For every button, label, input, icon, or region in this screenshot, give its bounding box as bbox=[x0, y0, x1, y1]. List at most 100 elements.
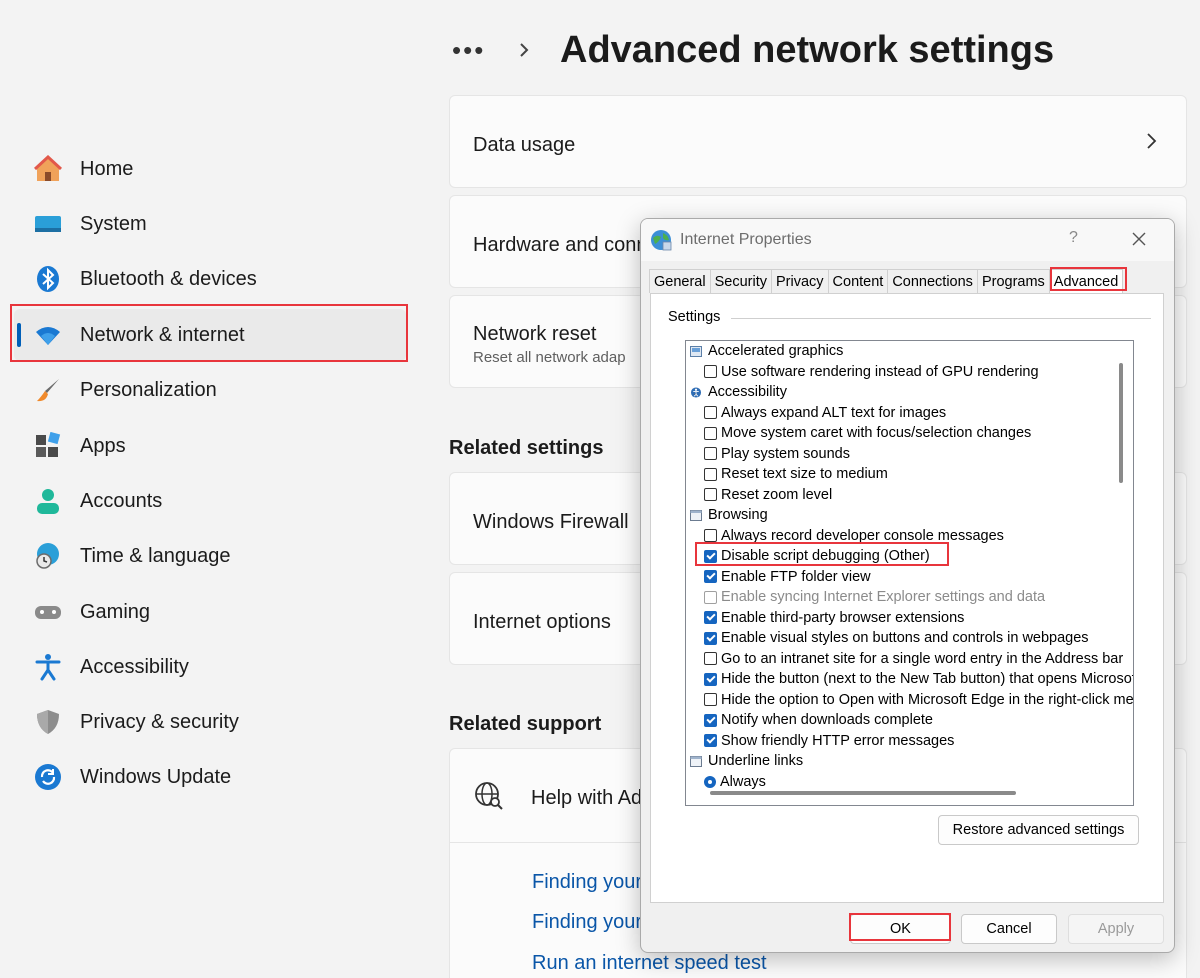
tab-advanced[interactable]: Advanced bbox=[1048, 269, 1124, 295]
sidebar-item-label: Accounts bbox=[80, 489, 163, 512]
checkbox[interactable] bbox=[704, 365, 717, 378]
checkbox[interactable] bbox=[704, 406, 717, 419]
settings-checkbox-item[interactable]: Hide the button (next to the New Tab but… bbox=[704, 669, 1133, 689]
sidebar-item-time-language[interactable]: Time & language bbox=[14, 530, 406, 582]
setting-label: Use software rendering instead of GPU re… bbox=[721, 363, 1039, 380]
active-indicator bbox=[17, 323, 21, 347]
accessibility-icon bbox=[34, 653, 62, 681]
checkbox[interactable] bbox=[704, 713, 717, 727]
sidebar: Home System Bluetooth & devices Network … bbox=[0, 0, 420, 978]
radio-button[interactable] bbox=[704, 775, 716, 788]
settings-checkbox-item[interactable]: Disable script debugging (Other) bbox=[704, 546, 930, 566]
sidebar-item-label: Time & language bbox=[80, 544, 231, 567]
settings-checkbox-item[interactable]: Enable visual styles on buttons and cont… bbox=[704, 628, 1089, 648]
sidebar-item-home[interactable]: Home bbox=[14, 143, 406, 195]
card-title: Internet options bbox=[473, 611, 611, 633]
settings-tree[interactable]: Always Underline links Show friendly HTTP … bbox=[685, 340, 1134, 806]
tab-general[interactable]: General bbox=[649, 269, 711, 293]
settings-checkbox-item[interactable]: Show friendly HTTP error messages bbox=[704, 731, 954, 751]
setting-label: Enable syncing Internet Explorer setting… bbox=[721, 589, 1046, 605]
setting-label: Go to an intranet site for a single word… bbox=[721, 650, 1124, 667]
sidebar-item-system[interactable]: System bbox=[14, 198, 406, 250]
settings-checkbox-item[interactable]: Hide the option to Open with Microsoft E… bbox=[704, 690, 1134, 710]
ok-button[interactable]: OK bbox=[850, 914, 951, 944]
card-data-usage[interactable]: Data usage bbox=[449, 95, 1187, 188]
card-title: Network reset bbox=[473, 323, 597, 345]
help-link[interactable]: Finding your bbox=[532, 871, 642, 894]
checkbox[interactable] bbox=[704, 447, 717, 460]
help-link[interactable]: Finding your bbox=[532, 911, 642, 934]
setting-label: Always expand ALT text for images bbox=[721, 404, 947, 421]
setting-label: Reset zoom level bbox=[721, 486, 833, 503]
graphics-icon bbox=[690, 345, 702, 357]
sidebar-item-accessibility[interactable]: Accessibility bbox=[14, 641, 406, 693]
checkbox[interactable] bbox=[704, 631, 717, 645]
checkbox[interactable] bbox=[704, 529, 717, 542]
checkbox[interactable] bbox=[704, 652, 717, 665]
cancel-button[interactable]: Cancel bbox=[961, 914, 1057, 944]
settings-group-label: Settings bbox=[668, 309, 727, 325]
settings-radio-item[interactable]: Always bbox=[704, 772, 766, 792]
tab-privacy[interactable]: Privacy bbox=[770, 269, 829, 293]
setting-label: Enable visual styles on buttons and cont… bbox=[721, 630, 1089, 646]
horizontal-scrollbar-thumb[interactable] bbox=[710, 791, 1016, 795]
shield-icon bbox=[34, 708, 62, 736]
checkbox[interactable] bbox=[704, 672, 717, 686]
tab-programs[interactable]: Programs bbox=[976, 269, 1050, 293]
settings-checkbox-item[interactable]: Enable syncing Internet Explorer setting… bbox=[704, 587, 1045, 607]
settings-checkbox-item[interactable]: Use software rendering instead of GPU re… bbox=[704, 362, 1039, 382]
checkbox[interactable] bbox=[704, 734, 717, 747]
chevron-right-icon bbox=[520, 43, 529, 57]
checkbox[interactable] bbox=[704, 467, 717, 481]
help-button[interactable]: ? bbox=[1069, 229, 1078, 247]
help-title[interactable]: Help with Ad bbox=[531, 787, 642, 810]
tab-security[interactable]: Security bbox=[709, 269, 772, 293]
checkbox[interactable] bbox=[704, 611, 717, 624]
settings-checkbox-item[interactable]: Enable FTP folder view bbox=[704, 567, 871, 587]
settings-checkbox-item[interactable]: Reset zoom level bbox=[704, 485, 832, 505]
checkbox[interactable] bbox=[704, 693, 717, 706]
checkbox[interactable] bbox=[704, 570, 717, 583]
underline-icon bbox=[690, 755, 702, 767]
setting-label: Disable script debugging (Other) bbox=[721, 548, 930, 564]
tab-content[interactable]: Content bbox=[827, 269, 889, 293]
settings-checkbox-item[interactable]: Always expand ALT text for images bbox=[704, 403, 946, 423]
settings-category: Accessibility bbox=[690, 382, 787, 402]
settings-checkbox-item[interactable]: Play system sounds bbox=[704, 444, 850, 464]
help-link[interactable]: Run an internet speed test bbox=[532, 952, 767, 975]
setting-label: Hide the option to Open with Microsoft E… bbox=[721, 691, 1134, 708]
sidebar-item-personalization[interactable]: Personalization bbox=[14, 364, 406, 416]
settings-checkbox-item[interactable]: Move system caret with focus/selection c… bbox=[704, 423, 1031, 443]
setting-label: Reset text size to medium bbox=[721, 466, 888, 482]
settings-checkbox-item[interactable]: Reset text size to medium bbox=[704, 464, 888, 484]
dialog-titlebar[interactable]: Internet Properties ? bbox=[641, 219, 1174, 261]
sidebar-item-bluetooth[interactable]: Bluetooth & devices bbox=[14, 253, 406, 305]
settings-checkbox-item[interactable]: Enable third-party browser extensions bbox=[704, 608, 964, 628]
checkbox[interactable] bbox=[704, 549, 717, 563]
sidebar-item-apps[interactable]: Apps bbox=[14, 420, 406, 472]
sidebar-item-windows-update[interactable]: Windows Update bbox=[14, 751, 406, 803]
checkbox[interactable] bbox=[704, 488, 717, 501]
system-icon bbox=[34, 210, 62, 238]
checkbox[interactable] bbox=[704, 426, 717, 440]
restore-advanced-settings-button[interactable]: Restore advanced settings bbox=[938, 815, 1139, 845]
vertical-scrollbar-thumb[interactable] bbox=[1119, 363, 1123, 483]
related-support-heading: Related support bbox=[449, 713, 602, 735]
accessibility-category-icon bbox=[690, 386, 702, 398]
settings-checkbox-item[interactable]: Notify when downloads complete bbox=[704, 710, 933, 730]
dialog-tabs: General Security Privacy Content Connect… bbox=[649, 269, 1124, 295]
card-title: Hardware and conn bbox=[473, 234, 648, 256]
close-icon[interactable] bbox=[1131, 231, 1147, 247]
sidebar-item-gaming[interactable]: Gaming bbox=[14, 586, 406, 638]
settings-category: Accelerated graphics bbox=[690, 341, 843, 361]
checkbox[interactable] bbox=[704, 590, 717, 604]
sidebar-item-accounts[interactable]: Accounts bbox=[14, 475, 406, 527]
sidebar-item-network[interactable]: Network & internet bbox=[14, 309, 406, 361]
setting-label: Move system caret with focus/selection c… bbox=[721, 425, 1032, 441]
sidebar-item-privacy[interactable]: Privacy & security bbox=[14, 696, 406, 748]
settings-checkbox-item[interactable]: Go to an intranet site for a single word… bbox=[704, 649, 1123, 669]
apply-button[interactable]: Apply bbox=[1068, 914, 1164, 944]
settings-checkbox-item[interactable]: Always record developer console messages bbox=[704, 526, 1004, 546]
breadcrumb-more-button[interactable]: ••• bbox=[452, 35, 492, 66]
tab-connections[interactable]: Connections bbox=[887, 269, 978, 293]
